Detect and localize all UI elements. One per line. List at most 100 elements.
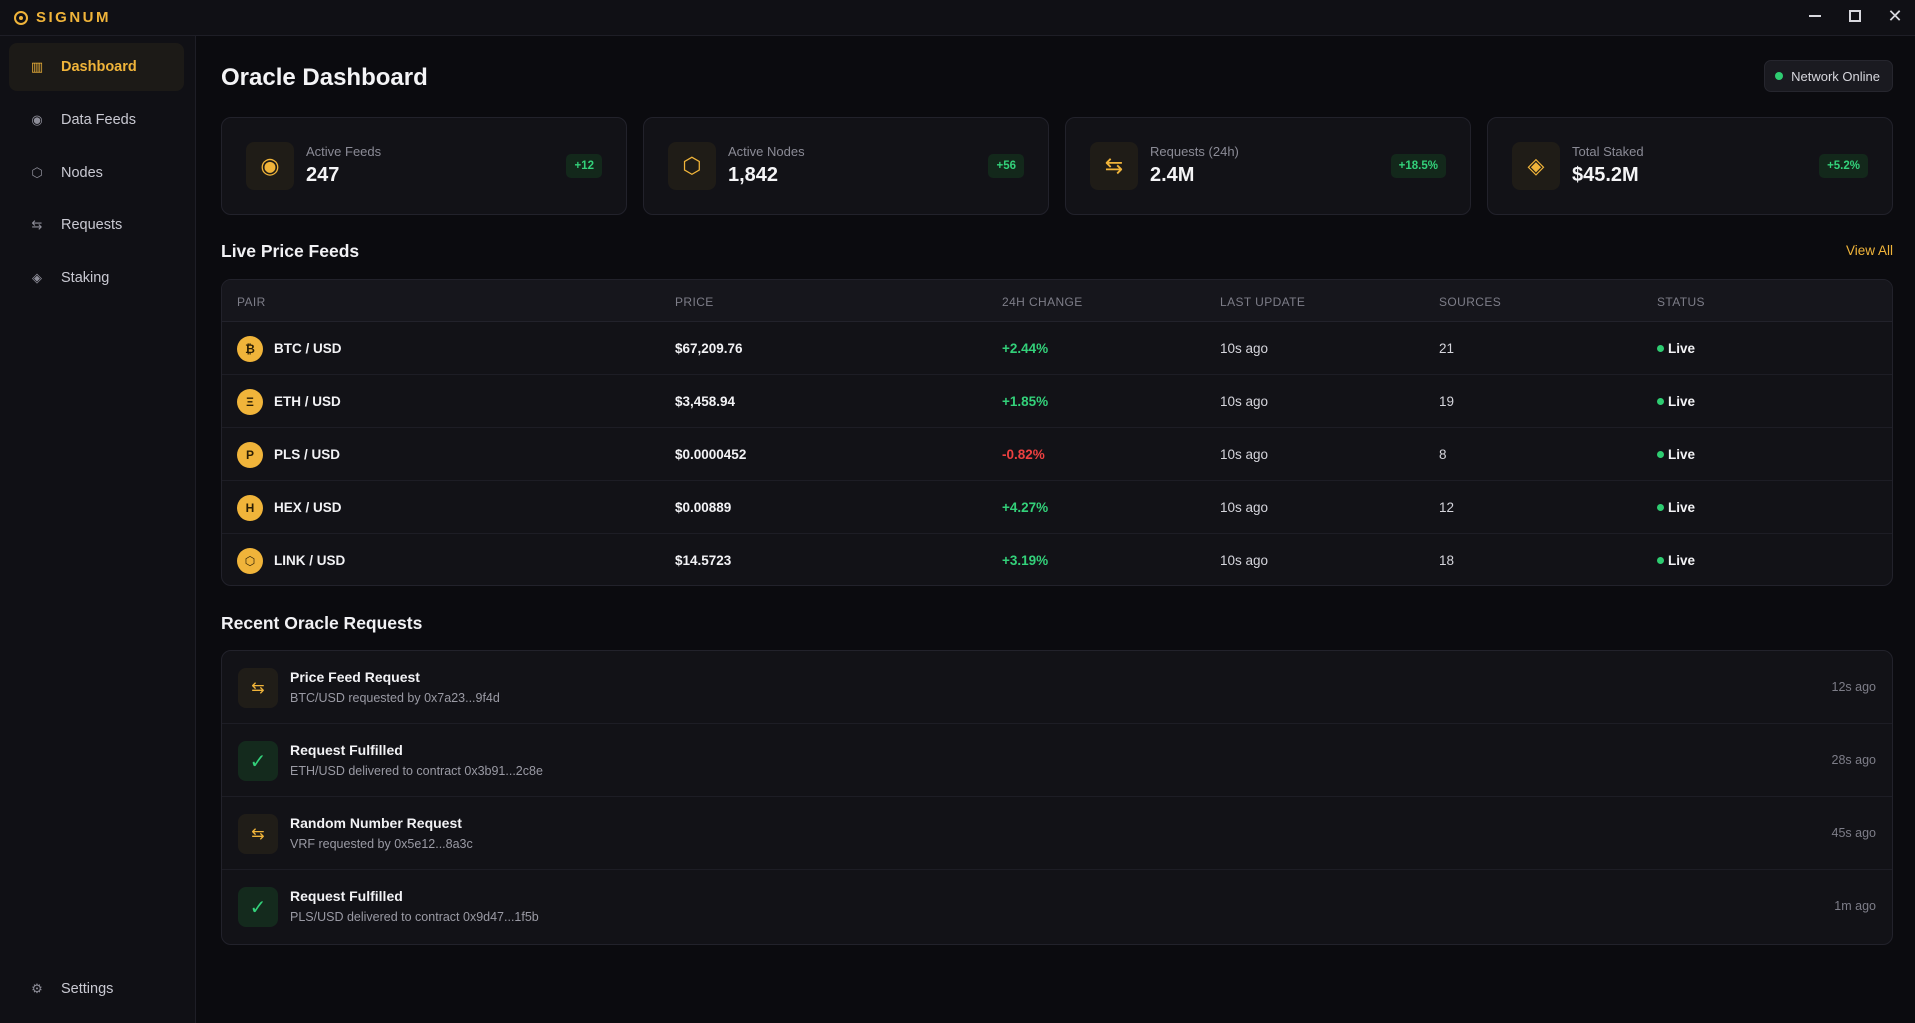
link-coin-icon: ⬡	[237, 548, 263, 574]
sidebar-item-label: Staking	[61, 270, 110, 286]
minimize-button[interactable]	[1795, 0, 1835, 32]
transfer-icon: ⇆	[31, 217, 43, 232]
status-label: Live	[1668, 447, 1696, 462]
eth-coin-icon: Ξ	[237, 389, 263, 415]
last-update: 10s ago	[1220, 500, 1269, 515]
sources-count: 8	[1439, 447, 1447, 462]
status-badge: Live	[1657, 447, 1695, 462]
sidebar-item-nodes[interactable]: ⬡ Nodes	[9, 149, 184, 197]
target-icon: ◉	[31, 112, 43, 127]
change-value: +1.85%	[1002, 394, 1049, 409]
btc-coin-icon: ₿	[237, 336, 263, 362]
stat-change-badge: +12	[566, 154, 602, 178]
table-row[interactable]: ₿ BTC / USD $67,209.76 +2.44% 10s ago 21…	[222, 322, 1892, 375]
change-value: +4.27%	[1002, 500, 1049, 515]
main-content: Oracle Dashboard Network Online ◉ Active…	[197, 36, 1915, 1023]
column-header-pair[interactable]: PAIR	[237, 295, 266, 309]
transfer-icon: ⇆	[238, 668, 278, 708]
app-name: SIGNUM	[36, 9, 111, 26]
table-row[interactable]: H HEX / USD $0.00889 +4.27% 10s ago 12 L…	[222, 481, 1892, 534]
table-header: PAIR PRICE 24H CHANGE LAST UPDATE SOURCE…	[222, 280, 1892, 322]
check-icon: ✓	[238, 887, 278, 927]
close-button[interactable]: ✕	[1875, 0, 1915, 32]
sidebar-item-label: Dashboard	[61, 59, 137, 75]
change-value: -0.82%	[1002, 447, 1045, 462]
minimize-icon	[1809, 15, 1821, 17]
status-badge: Live	[1657, 394, 1695, 409]
request-time: 1m ago	[1834, 899, 1876, 913]
sidebar-item-label: Nodes	[61, 165, 103, 181]
sidebar-item-settings[interactable]: ⚙ Settings	[9, 965, 184, 1013]
target-icon: ◉	[246, 142, 294, 190]
status-label: Live	[1668, 553, 1696, 568]
last-update: 10s ago	[1220, 394, 1269, 409]
sidebar-item-staking[interactable]: ◈ Staking	[9, 254, 184, 302]
stat-label: Total Staked	[1572, 144, 1644, 159]
change-value: +2.44%	[1002, 341, 1049, 356]
stat-label: Active Feeds	[306, 144, 382, 159]
live-dot-icon	[1657, 504, 1664, 511]
list-item[interactable]: ✓ Request Fulfilled PLS/USD delivered to…	[222, 870, 1892, 943]
live-dot-icon	[1657, 557, 1664, 564]
list-item[interactable]: ⇆ Price Feed Request BTC/USD requested b…	[222, 651, 1892, 724]
online-dot-icon	[1775, 72, 1784, 80]
list-item[interactable]: ✓ Request Fulfilled ETH/USD delivered to…	[222, 724, 1892, 797]
sources-count: 18	[1439, 553, 1455, 568]
sidebar-item-dashboard[interactable]: ▥ Dashboard	[9, 43, 184, 91]
stat-label: Requests (24h)	[1150, 144, 1239, 159]
column-header-last-update[interactable]: LAST UPDATE	[1220, 295, 1305, 309]
list-item[interactable]: ⇆ Random Number Request VRF requested by…	[222, 797, 1892, 870]
sources-count: 12	[1439, 500, 1455, 515]
stat-card-active-nodes: ⬡ Active Nodes 1,842 +56	[643, 117, 1049, 215]
table-row[interactable]: ⬡ LINK / USD $14.5723 +3.19% 10s ago 18 …	[222, 534, 1892, 585]
column-header-change[interactable]: 24H CHANGE	[1002, 295, 1083, 309]
maximize-icon	[1849, 10, 1861, 22]
columns-icon: ▥	[30, 59, 44, 74]
hexagon-icon: ⬡	[31, 165, 43, 180]
pair-name: PLS / USD	[274, 447, 341, 462]
view-all-link[interactable]: View All	[1846, 243, 1893, 258]
stat-change-badge: +5.2%	[1819, 154, 1868, 178]
stat-value: 2.4M	[1150, 164, 1195, 186]
live-dot-icon	[1657, 451, 1664, 458]
live-dot-icon	[1657, 345, 1664, 352]
network-status-label: Network Online	[1791, 68, 1880, 84]
diamond-icon: ◈	[32, 270, 42, 285]
pair-name: ETH / USD	[274, 394, 341, 409]
transfer-icon: ⇆	[1090, 142, 1138, 190]
price-value: $0.0000452	[675, 447, 747, 462]
pls-coin-icon: P	[237, 442, 263, 468]
network-status-badge: Network Online	[1764, 60, 1893, 92]
price-feeds-table: PAIR PRICE 24H CHANGE LAST UPDATE SOURCE…	[221, 279, 1893, 586]
last-update: 10s ago	[1220, 553, 1269, 568]
column-header-status[interactable]: STATUS	[1657, 295, 1705, 309]
transfer-icon: ⇆	[238, 814, 278, 854]
request-title: Request Fulfilled	[290, 888, 403, 904]
stat-label: Active Nodes	[728, 144, 805, 159]
request-detail: VRF requested by 0x5e12...8a3c	[290, 837, 473, 851]
table-row[interactable]: Ξ ETH / USD $3,458.94 +1.85% 10s ago 19 …	[222, 375, 1892, 428]
sidebar-item-requests[interactable]: ⇆ Requests	[9, 201, 184, 249]
check-icon: ✓	[238, 741, 278, 781]
maximize-button[interactable]	[1835, 0, 1875, 32]
sources-count: 21	[1439, 341, 1455, 356]
sidebar-item-label: Requests	[61, 217, 123, 233]
column-header-price[interactable]: PRICE	[675, 295, 714, 309]
status-label: Live	[1668, 394, 1696, 409]
stat-card-active-feeds: ◉ Active Feeds 247 +12	[221, 117, 627, 215]
sources-count: 19	[1439, 394, 1455, 409]
gear-icon: ⚙	[31, 981, 43, 996]
stat-card-total-staked: ◈ Total Staked $45.2M +5.2%	[1487, 117, 1893, 215]
status-label: Live	[1668, 500, 1696, 515]
column-header-sources[interactable]: SOURCES	[1439, 295, 1501, 309]
sidebar-item-data-feeds[interactable]: ◉ Data Feeds	[9, 96, 184, 144]
request-detail: PLS/USD delivered to contract 0x9d47...1…	[290, 910, 539, 924]
request-title: Random Number Request	[290, 815, 462, 831]
recent-requests-list: ⇆ Price Feed Request BTC/USD requested b…	[221, 650, 1893, 945]
change-value: +3.19%	[1002, 553, 1049, 568]
request-time: 28s ago	[1831, 753, 1876, 767]
brand: SIGNUM	[14, 9, 111, 26]
price-value: $67,209.76	[675, 341, 743, 356]
table-row[interactable]: P PLS / USD $0.0000452 -0.82% 10s ago 8 …	[222, 428, 1892, 481]
sidebar: ▥ Dashboard ◉ Data Feeds ⬡ Nodes ⇆ Reque…	[0, 36, 196, 1023]
